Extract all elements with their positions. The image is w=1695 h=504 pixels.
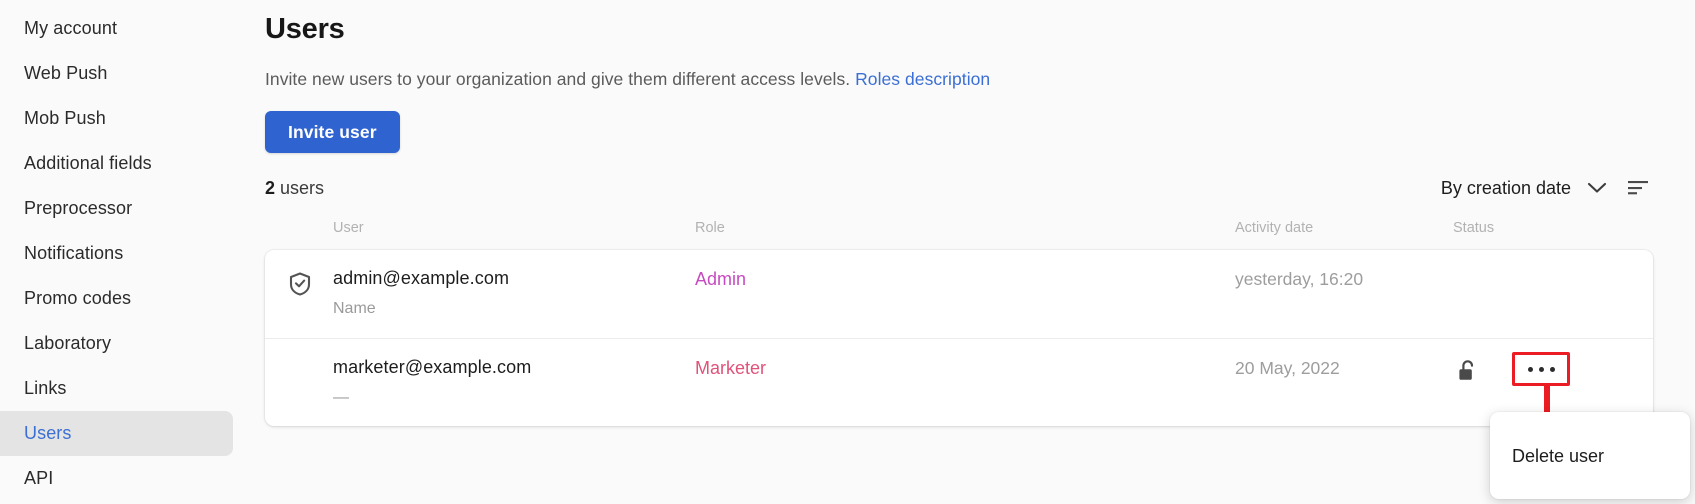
user-email: admin@example.com: [333, 268, 510, 288]
activity-date-cell: yesterday, 16:20: [1235, 269, 1364, 289]
users-table: admin@example.com Name Admin yesterday, …: [265, 250, 1690, 499]
kebab-dot: [1538, 366, 1544, 372]
page-title: Users: [265, 13, 345, 45]
table-header-row: User Role Activity date Status: [265, 217, 1653, 239]
sidebar-item-additional-fields[interactable]: Additional fields: [0, 141, 233, 186]
user-count-unit: users: [280, 177, 325, 198]
sidebar-item-promo-codes[interactable]: Promo codes: [0, 276, 233, 321]
sidebar-item-preprocessor[interactable]: Preprocessor: [0, 186, 233, 231]
sidebar-item-web-push[interactable]: Web Push: [0, 51, 233, 96]
column-header-user: User: [333, 220, 364, 236]
row-actions-menu-button[interactable]: [1515, 356, 1567, 382]
user-name: Name: [333, 300, 376, 317]
sidebar-item-my-account[interactable]: My account: [0, 6, 233, 51]
user-name: —: [333, 389, 349, 406]
role-badge: Marketer: [695, 358, 767, 378]
sidebar-item-label: Web Push: [24, 63, 108, 83]
role-cell: Admin: [695, 250, 1235, 290]
user-cell: marketer@example.com —: [333, 339, 695, 407]
sidebar: My account Web Push Mob Push Additional …: [0, 0, 243, 504]
sort-list-icon[interactable]: [1625, 177, 1653, 199]
roles-description-link[interactable]: Roles description: [855, 69, 990, 89]
table-toolbar: 2 users By creation date: [265, 175, 1653, 201]
sidebar-item-label: API: [24, 468, 54, 488]
role-badge: Admin: [695, 269, 747, 289]
sidebar-item-label: Users: [24, 423, 72, 443]
kebab-dot: [1527, 366, 1533, 372]
sidebar-item-label: Links: [24, 378, 67, 398]
user-count-number: 2: [265, 177, 276, 198]
sidebar-item-label: Laboratory: [24, 333, 112, 353]
row-menu-container: Delete user: [1490, 352, 1690, 499]
status-cell: Delete user: [1453, 339, 1690, 499]
sort-by-dropdown[interactable]: By creation date: [1441, 178, 1607, 199]
column-header-status: Status: [1453, 220, 1495, 236]
sidebar-item-laboratory[interactable]: Laboratory: [0, 321, 233, 366]
sort-by-label: By creation date: [1440, 177, 1571, 198]
subtitle-text: Invite new users to your organization an…: [265, 69, 851, 89]
shield-check-icon: [289, 250, 333, 296]
sidebar-item-notifications[interactable]: Notifications: [0, 231, 233, 276]
sidebar-item-api[interactable]: API: [0, 456, 233, 501]
page-subtitle: Invite new users to your organization an…: [265, 69, 1695, 90]
user-email: marketer@example.com: [333, 357, 532, 377]
activity-date-cell: 20 May, 2022: [1235, 358, 1340, 378]
table-row[interactable]: admin@example.com Name Admin yesterday, …: [265, 250, 1653, 338]
sidebar-item-label: Promo codes: [24, 288, 132, 308]
sidebar-item-mob-push[interactable]: Mob Push: [0, 96, 233, 141]
sidebar-item-label: My account: [24, 18, 118, 38]
unlocked-padlock-icon[interactable]: [1453, 355, 1483, 383]
user-count: 2 users: [265, 178, 324, 199]
sidebar-item-label: Notifications: [24, 243, 124, 263]
user-cell: admin@example.com Name: [333, 250, 695, 318]
toolbar-right-group: By creation date: [1441, 177, 1653, 199]
delete-user-menu-item[interactable]: Delete user: [1490, 442, 1690, 471]
table-row[interactable]: marketer@example.com — Marketer 20 May, …: [265, 338, 1690, 499]
sidebar-item-label: Additional fields: [24, 153, 152, 173]
status-cell: [1453, 250, 1613, 266]
sidebar-item-links[interactable]: Links: [0, 366, 233, 411]
column-header-role: Role: [695, 220, 725, 236]
sidebar-item-label: Mob Push: [24, 108, 106, 128]
sidebar-item-users[interactable]: Users: [0, 411, 233, 456]
row-actions-dropdown: Delete user: [1490, 412, 1690, 499]
kebab-dot: [1549, 366, 1555, 372]
app-root: My account Web Push Mob Push Additional …: [0, 0, 1695, 504]
main-content: Users Invite new users to your organizat…: [243, 0, 1695, 504]
row-icon-placeholder: [289, 339, 333, 361]
role-cell: Marketer: [695, 339, 1235, 379]
sidebar-item-label: Preprocessor: [24, 198, 133, 218]
invite-user-button[interactable]: Invite user: [265, 111, 400, 153]
chevron-down-icon: [1587, 178, 1607, 199]
column-header-activity-date: Activity date: [1235, 220, 1314, 236]
